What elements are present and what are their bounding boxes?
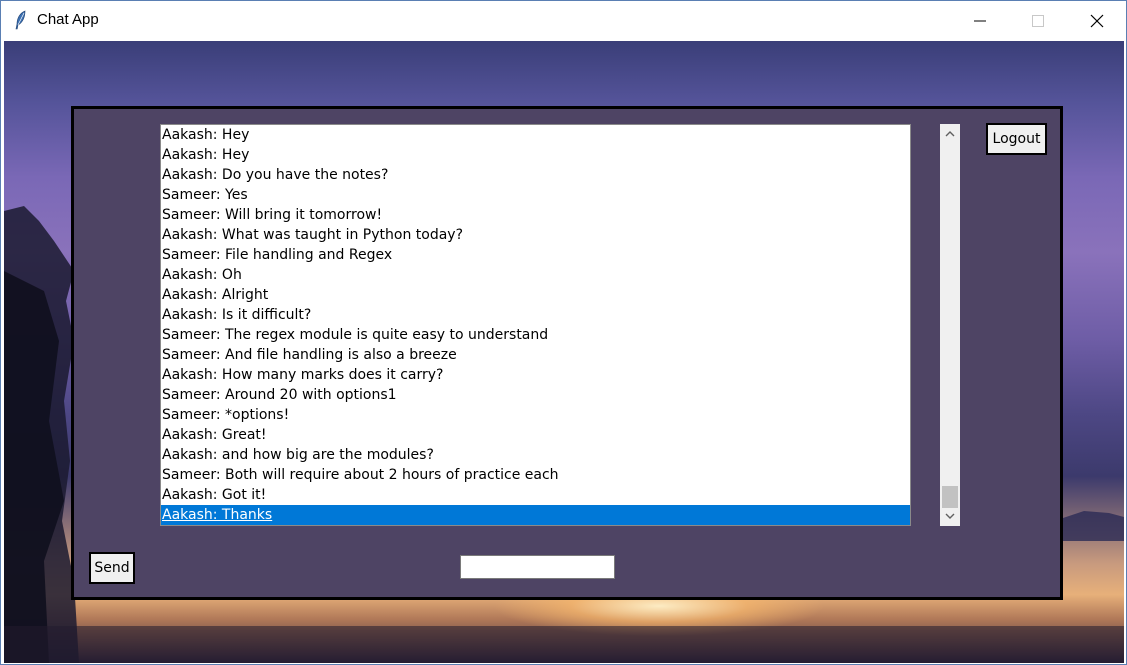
background-landscape: Aakash: Hey Aakash: Hey Aakash: Do you hav…: [4, 41, 1124, 663]
logout-button[interactable]: Logout: [986, 123, 1047, 155]
list-item[interactable]: Aakash: Hey: [161, 125, 910, 145]
list-item[interactable]: Aakash: and how big are the modules?: [161, 445, 910, 465]
maximize-button[interactable]: [1009, 1, 1067, 40]
list-item[interactable]: Sameer: Both will require about 2 hours …: [161, 465, 910, 485]
chevron-up-icon: [945, 131, 955, 137]
chat-app-window: Chat App Aakash: Hey Aakash: Hey Aakash:…: [0, 0, 1127, 665]
list-item[interactable]: Aakash: What was taught in Python today?: [161, 225, 910, 245]
minimize-icon: [974, 20, 986, 21]
list-item[interactable]: Aakash: Do you have the notes?: [161, 165, 910, 185]
list-item[interactable]: Aakash: Great!: [161, 425, 910, 445]
list-item[interactable]: Sameer: *options!: [161, 405, 910, 425]
list-item[interactable]: Aakash: How many marks does it carry?: [161, 365, 910, 385]
scroll-thumb[interactable]: [942, 486, 958, 508]
list-item[interactable]: Sameer: And file handling is also a bree…: [161, 345, 910, 365]
list-item[interactable]: Aakash: Thanks: [161, 505, 910, 525]
message-scrollbar[interactable]: [940, 124, 960, 526]
list-item[interactable]: Aakash: Alright: [161, 285, 910, 305]
list-item[interactable]: Aakash: Got it!: [161, 485, 910, 505]
close-button[interactable]: [1068, 1, 1126, 40]
list-item[interactable]: Sameer: Yes: [161, 185, 910, 205]
minimize-button[interactable]: [951, 1, 1009, 40]
chevron-down-icon: [945, 513, 955, 519]
maximize-icon: [1032, 14, 1044, 27]
title-bar[interactable]: Chat App: [1, 1, 1126, 40]
message-input[interactable]: [460, 555, 615, 579]
list-item[interactable]: Aakash: Hey: [161, 145, 910, 165]
window-title: Chat App: [37, 11, 99, 28]
message-listbox[interactable]: Aakash: Hey Aakash: Hey Aakash: Do you hav…: [160, 124, 911, 526]
chat-panel: Aakash: Hey Aakash: Hey Aakash: Do you hav…: [71, 106, 1063, 600]
list-item[interactable]: Aakash: Oh: [161, 265, 910, 285]
list-item[interactable]: Sameer: Will bring it tomorrow!: [161, 205, 910, 225]
scroll-up-button[interactable]: [940, 124, 960, 144]
list-item[interactable]: Aakash: Is it difficult?: [161, 305, 910, 325]
send-button[interactable]: Send: [89, 552, 135, 584]
scroll-down-button[interactable]: [940, 506, 960, 526]
feather-icon: [15, 10, 26, 30]
list-item[interactable]: Sameer: Around 20 with options1: [161, 385, 910, 405]
list-item[interactable]: Sameer: File handling and Regex: [161, 245, 910, 265]
list-item[interactable]: Sameer: The regex module is quite easy t…: [161, 325, 910, 345]
close-icon: [1090, 14, 1104, 27]
